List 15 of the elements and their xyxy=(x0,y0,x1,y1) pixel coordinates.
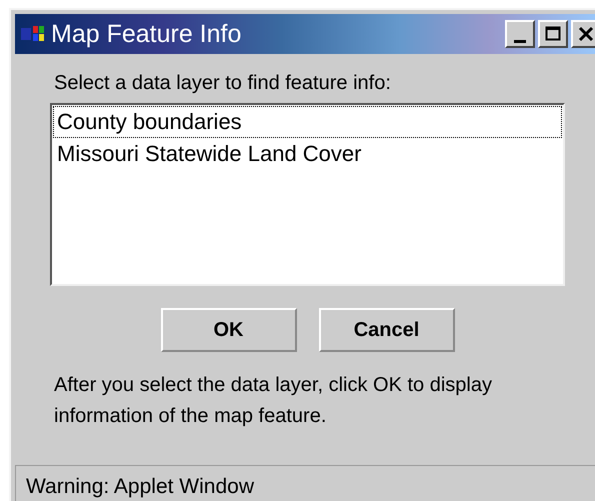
dialog-button[interactable]: Cancel xyxy=(318,308,454,352)
minimize-button[interactable] xyxy=(505,20,535,48)
maximize-button[interactable] xyxy=(538,20,568,48)
dialog-button[interactable]: OK xyxy=(160,308,296,352)
status-bar: Warning: Applet Window xyxy=(15,465,595,501)
instructions-text: After you select the data layer, click OK to display information of the map feature. xyxy=(54,373,493,429)
minimize-icon xyxy=(514,40,526,42)
window-title: Map Feature Info xyxy=(51,20,242,48)
list-item[interactable]: Missouri Statewide Land Cover xyxy=(53,138,562,170)
close-button[interactable] xyxy=(571,20,595,48)
close-icon xyxy=(578,26,594,42)
prompt-label: Select a data layer to find feature info: xyxy=(54,72,392,95)
app-icon xyxy=(21,24,45,44)
list-item[interactable]: County boundaries xyxy=(53,106,562,138)
maximize-icon xyxy=(545,26,561,42)
